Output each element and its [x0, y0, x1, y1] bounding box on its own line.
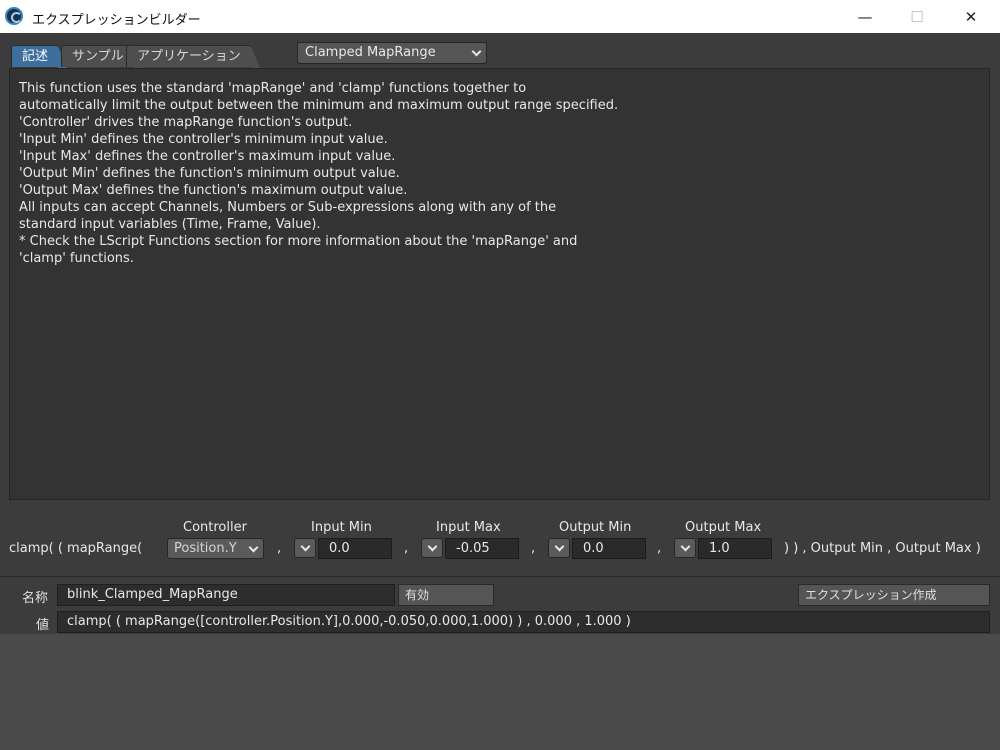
minimize-button[interactable]: —: [838, 0, 892, 33]
chevron-down-icon: [680, 541, 691, 552]
description-panel: This function uses the standard 'mapRang…: [9, 68, 990, 500]
description-line: * Check the LScript Functions section fo…: [19, 234, 578, 249]
expression-value-field[interactable]: clamp( ( mapRange([controller.Position.Y…: [57, 611, 990, 633]
description-line: 'Input Min' defines the controller's min…: [19, 132, 388, 147]
output-max-type-dropdown[interactable]: [674, 538, 696, 558]
bottom-panel: 名称 blink_Clamped_MapRange 有効 エクスプレッション作成…: [0, 576, 1000, 634]
expression-suffix: ) ) , Output Min , Output Max ): [784, 541, 981, 556]
chevron-down-icon: [248, 542, 259, 553]
output-min-label: Output Min: [559, 520, 632, 535]
output-max-field[interactable]: 1.0: [698, 538, 772, 559]
create-expression-button[interactable]: エクスプレッション作成: [798, 584, 990, 606]
maximize-button[interactable]: ☐: [890, 0, 944, 33]
output-min-type-dropdown[interactable]: [548, 538, 570, 558]
description-line: 'Output Min' defines the function's mini…: [19, 166, 400, 181]
tab-description[interactable]: 記述: [11, 45, 68, 68]
enabled-button[interactable]: 有効: [398, 584, 494, 606]
title-bar: エクスプレッションビルダー — ☐ ✕: [0, 0, 1000, 33]
output-max-label: Output Max: [685, 520, 762, 535]
name-label: 名称: [22, 591, 49, 606]
app-logo-icon: [5, 7, 23, 25]
description-line: This function uses the standard 'mapRang…: [19, 81, 527, 96]
tab-applications[interactable]: アプリケーション: [126, 45, 260, 68]
input-min-label: Input Min: [311, 520, 372, 535]
chevron-down-icon: [427, 541, 438, 552]
description-line: 'Controller' drives the mapRange functio…: [19, 115, 353, 130]
description-line: automatically limit the output between t…: [19, 98, 619, 113]
window-title: エクスプレッションビルダー: [32, 13, 201, 28]
expression-name-input[interactable]: blink_Clamped_MapRange: [57, 584, 395, 606]
description-line: All inputs can accept Channels, Numbers …: [19, 200, 557, 215]
comma-separator: ,: [657, 541, 662, 556]
comma-separator: ,: [404, 541, 409, 556]
input-min-type-dropdown[interactable]: [294, 538, 316, 558]
input-min-field[interactable]: 0.0: [318, 538, 392, 559]
description-line: 'Output Max' defines the function's maxi…: [19, 183, 408, 198]
expression-prefix: clamp( ( mapRange(: [9, 541, 143, 556]
description-line: standard input variables (Time, Frame, V…: [19, 217, 321, 232]
output-min-field[interactable]: 0.0: [572, 538, 646, 559]
controller-value: Position.Y: [174, 541, 237, 556]
input-max-field[interactable]: -0.05: [445, 538, 519, 559]
tab-samples[interactable]: サンプル: [61, 45, 143, 68]
comma-separator: ,: [531, 541, 536, 556]
description-line: 'clamp' functions.: [19, 251, 134, 266]
chevron-down-icon: [471, 46, 482, 57]
close-button[interactable]: ✕: [944, 0, 998, 33]
preset-selected-label: Clamped MapRange: [305, 45, 436, 60]
chevron-down-icon: [554, 541, 565, 552]
preset-dropdown[interactable]: Clamped MapRange: [297, 42, 487, 64]
controller-label: Controller: [183, 520, 247, 535]
description-line: 'Input Max' defines the controller's max…: [19, 149, 396, 164]
main-panel: 記述 サンプル アプリケーション Clamped MapRange This f…: [0, 33, 1000, 633]
chevron-down-icon: [300, 541, 311, 552]
comma-separator: ,: [277, 541, 282, 556]
input-max-type-dropdown[interactable]: [421, 538, 443, 558]
value-label: 値: [36, 618, 50, 633]
controller-dropdown[interactable]: Position.Y: [167, 538, 264, 559]
input-max-label: Input Max: [436, 520, 501, 535]
